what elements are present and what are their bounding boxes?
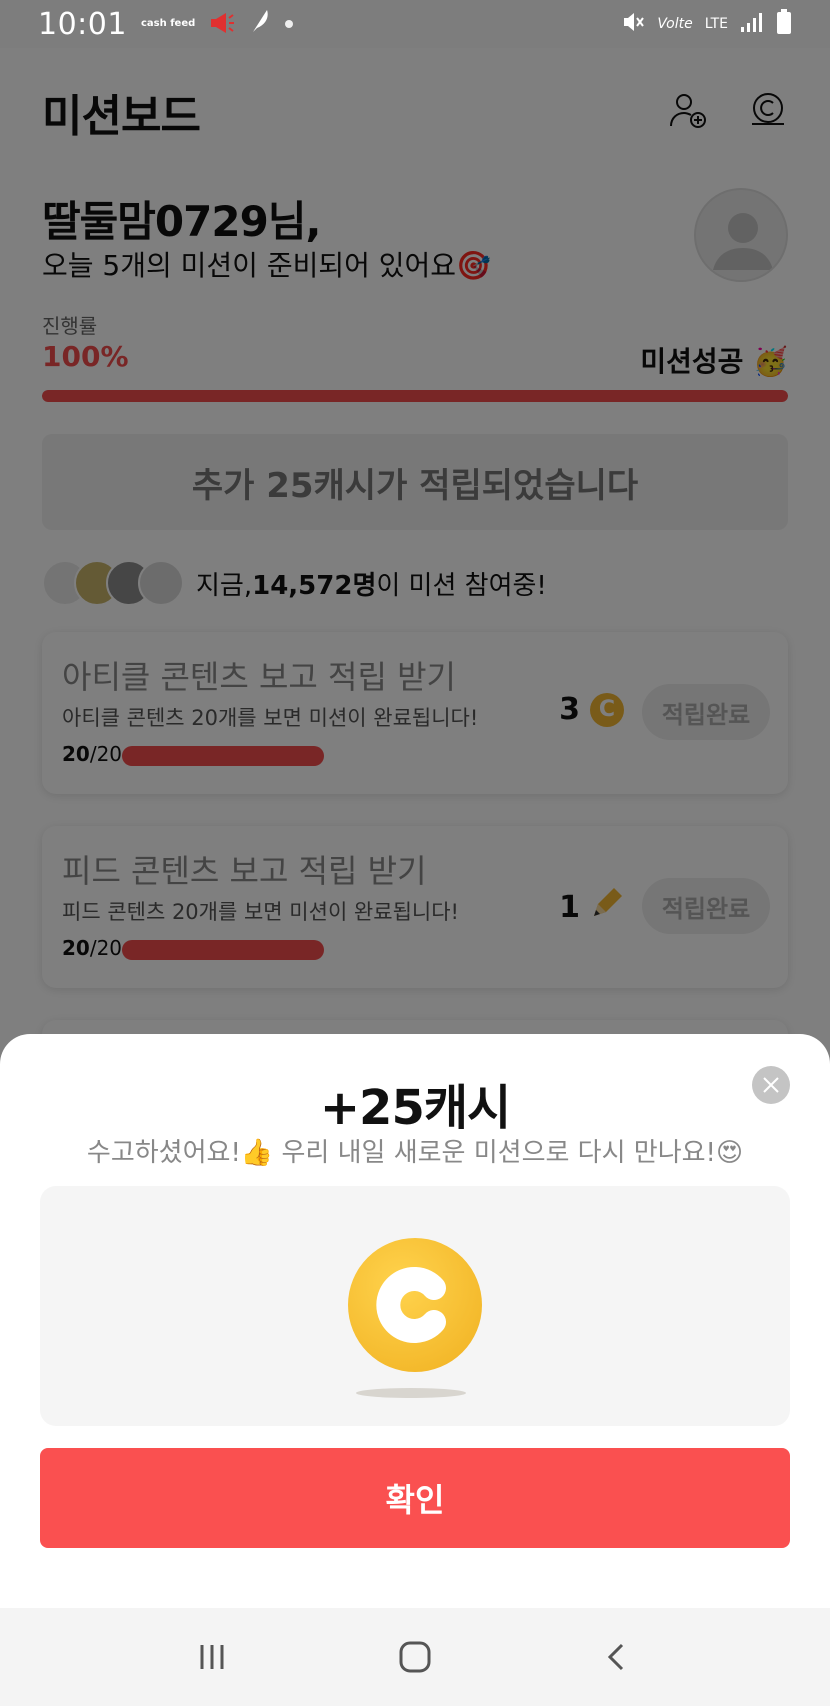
megaphone-icon (209, 7, 235, 42)
reward-modal: +25캐시 수고하셨어요!👍 우리 내일 새로운 미션으로 다시 만나요!😍 확… (0, 1034, 830, 1608)
close-button[interactable] (752, 1066, 790, 1104)
system-icons: Volte LTE (621, 8, 792, 40)
more-notifications-dot (285, 20, 294, 28)
signal-icon (740, 11, 764, 38)
home-icon (399, 1641, 431, 1673)
close-icon (763, 1077, 779, 1093)
status-time: 10:01 (38, 6, 127, 42)
status-bar: 10:01 cash feed Volte LTE (0, 0, 830, 48)
battery-icon (776, 8, 792, 40)
volte-icon: Volte (657, 16, 693, 32)
lte-icon: LTE (704, 16, 728, 32)
back-button[interactable] (588, 1627, 648, 1687)
coin-display (40, 1186, 790, 1426)
reward-message: 수고하셨어요!👍 우리 내일 새로운 미션으로 다시 만나요!😍 (86, 1138, 744, 1168)
coin-shadow (356, 1388, 466, 1398)
back-icon (608, 1643, 624, 1671)
feather-icon (249, 7, 271, 42)
recent-apps-button[interactable] (182, 1627, 242, 1687)
confirm-button[interactable]: 확인 (40, 1448, 790, 1548)
cashfeed-icon: cash feed (140, 18, 196, 29)
reward-amount-title: +25캐시 (319, 1080, 511, 1136)
coin-icon (348, 1238, 482, 1372)
home-button[interactable] (385, 1627, 445, 1687)
system-nav-bar (0, 1608, 830, 1706)
recent-apps-icon (200, 1645, 224, 1669)
notification-icons: cash feed (140, 7, 294, 42)
mute-icon (621, 10, 645, 39)
